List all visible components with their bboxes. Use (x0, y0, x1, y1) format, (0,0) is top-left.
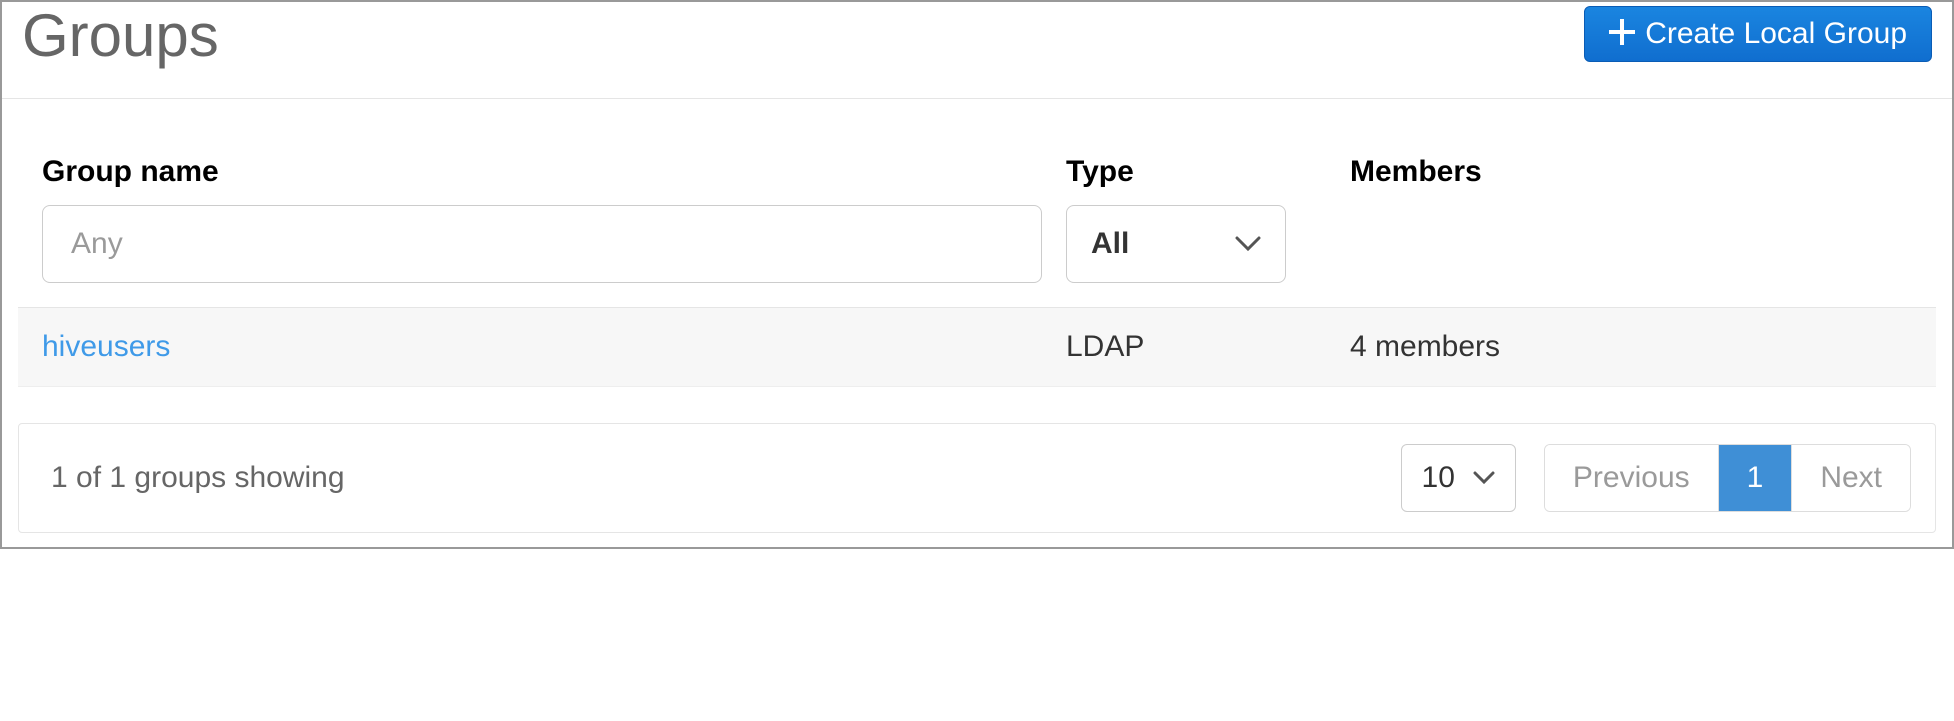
group-name-header: Group name (42, 155, 1042, 189)
create-local-group-button[interactable]: Create Local Group (1584, 6, 1932, 62)
table-footer: 1 of 1 groups showing 10 Previous 1 Next (18, 423, 1936, 533)
plus-icon (1609, 18, 1635, 50)
filter-row: Group name Type All Members (18, 155, 1936, 308)
pager: Previous 1 Next (1544, 444, 1911, 512)
col-type: Type All (1066, 155, 1326, 283)
page-1-button[interactable]: 1 (1718, 445, 1792, 511)
page-size-select[interactable]: 10 (1401, 444, 1516, 512)
col-members: Members (1350, 155, 1912, 205)
page-header: Groups Create Local Group (2, 2, 1952, 99)
chevron-down-icon (1473, 471, 1495, 485)
next-page-button[interactable]: Next (1791, 445, 1910, 511)
members-header: Members (1350, 155, 1912, 189)
cell-group-name: hiveusers (42, 330, 1042, 364)
chevron-down-icon (1235, 236, 1261, 252)
table-row: hiveusers LDAP 4 members (18, 308, 1936, 387)
page-title: Groups (22, 6, 219, 66)
groups-page: Groups Create Local Group Group name Typ… (0, 0, 1954, 549)
previous-page-button[interactable]: Previous (1545, 445, 1718, 511)
group-name-filter-input[interactable] (42, 205, 1042, 283)
type-filter-value: All (1091, 227, 1129, 261)
page-size-value: 10 (1422, 461, 1455, 495)
type-header: Type (1066, 155, 1326, 189)
filter-container: Group name Type All Members hiveusers (2, 99, 1952, 387)
cell-members: 4 members (1350, 330, 1912, 364)
group-link-hiveusers[interactable]: hiveusers (42, 330, 170, 363)
type-filter-select[interactable]: All (1066, 205, 1286, 283)
create-local-group-label: Create Local Group (1645, 17, 1907, 51)
footer-status: 1 of 1 groups showing (43, 461, 1401, 495)
col-group-name: Group name (42, 155, 1042, 283)
cell-type: LDAP (1066, 330, 1326, 364)
